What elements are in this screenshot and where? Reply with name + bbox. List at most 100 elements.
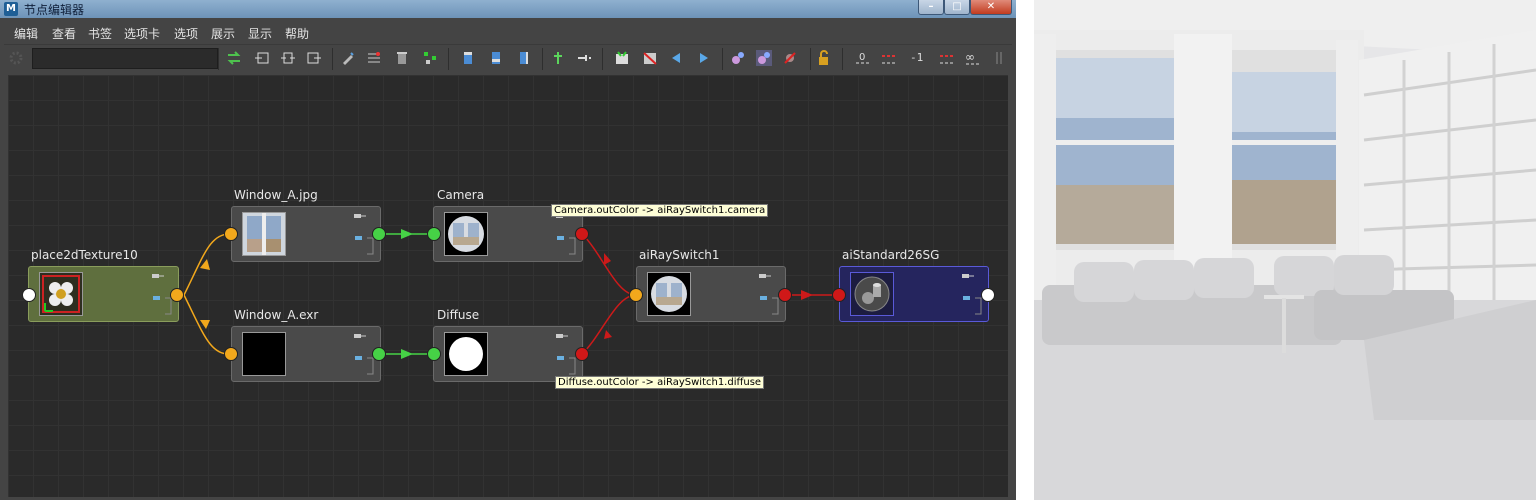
- node-diffuse[interactable]: [433, 326, 583, 382]
- show-hide-attributes-icon[interactable]: [642, 50, 658, 66]
- clear-graph-icon[interactable]: [340, 50, 356, 66]
- title-bar: M 节点编辑器 – □ ✕: [0, 0, 1016, 18]
- menu-display[interactable]: 显示: [248, 25, 272, 42]
- remove-node-icon[interactable]: [394, 50, 410, 66]
- attribute-filter-icon[interactable]: [614, 50, 630, 66]
- input-output-connections-icon[interactable]: [280, 50, 296, 66]
- node-mode-icon[interactable]: [771, 297, 779, 315]
- node-title-rayswitch: aiRaySwitch1: [639, 248, 720, 262]
- arrow-marker: [401, 229, 413, 239]
- simple-view-icon[interactable]: [460, 50, 476, 66]
- minimize-button[interactable]: –: [918, 0, 944, 15]
- black-thumbnail-icon: [242, 332, 286, 376]
- window-thumbnail-icon: [242, 212, 286, 256]
- maximize-button[interactable]: □: [944, 0, 970, 15]
- node-place2dtexture[interactable]: [28, 266, 179, 322]
- swap-arrows-icon[interactable]: [226, 50, 242, 66]
- full-view-icon[interactable]: [516, 50, 532, 66]
- node-airayswitch[interactable]: [636, 266, 786, 322]
- node-mode-icon[interactable]: [974, 297, 982, 315]
- camera-input-port[interactable]: [427, 227, 441, 241]
- pin-icon[interactable]: [354, 333, 366, 339]
- close-icon: ✕: [986, 1, 996, 12]
- arrow-marker: [200, 320, 210, 329]
- node-mode-icon[interactable]: [164, 297, 172, 315]
- input-connections-icon[interactable]: [254, 50, 270, 66]
- node-shading-group[interactable]: [839, 266, 989, 322]
- maya-app-icon: M: [4, 2, 18, 16]
- node-window-jpg[interactable]: [231, 206, 381, 262]
- node-mode-icon[interactable]: [568, 357, 576, 375]
- swatch-toggle-icon[interactable]: [756, 50, 772, 66]
- menu-edit[interactable]: 编辑: [14, 25, 38, 42]
- diffuse-output-port[interactable]: [575, 347, 589, 361]
- add-node-icon[interactable]: [366, 50, 382, 66]
- node-graph[interactable]: place2dTexture10 Window_A.jpg Window_A.e…: [8, 75, 1008, 497]
- graph-layout-icon[interactable]: [422, 50, 438, 66]
- output-connections-icon[interactable]: [306, 50, 322, 66]
- pin-icon[interactable]: [152, 273, 164, 279]
- arrow-marker: [801, 290, 813, 300]
- lock-icon[interactable]: [816, 50, 832, 66]
- node-mode-icon[interactable]: [568, 237, 576, 255]
- attribute-icon: [557, 356, 564, 360]
- menu-tabs[interactable]: 选项卡: [124, 25, 160, 42]
- window-jpg-output-port[interactable]: [372, 227, 386, 241]
- attribute-icon: [557, 236, 564, 240]
- toolbar-divider: [332, 48, 333, 70]
- close-button[interactable]: ✕: [970, 0, 1012, 15]
- menu-help[interactable]: 帮助: [285, 25, 309, 42]
- node-mode-icon[interactable]: [366, 237, 374, 255]
- toolbar-divider: [602, 48, 603, 70]
- node-mode-icon[interactable]: [366, 357, 374, 375]
- rayswitch-output-port[interactable]: [778, 288, 792, 302]
- graph-downstream-icon[interactable]: [880, 50, 896, 66]
- gear-icon[interactable]: [8, 50, 24, 66]
- menu-show[interactable]: 展示: [211, 25, 235, 42]
- camera-output-port[interactable]: [575, 227, 589, 241]
- swatch-render-icon[interactable]: [730, 50, 746, 66]
- arrow-right-icon[interactable]: [696, 50, 712, 66]
- pin-selected-icon[interactable]: [576, 50, 592, 66]
- node-window-exr[interactable]: [231, 326, 381, 382]
- pin-all-icon[interactable]: [550, 50, 566, 66]
- shading-group-output-port[interactable]: [981, 288, 995, 302]
- window-exr-input-port[interactable]: [224, 347, 238, 361]
- attribute-icon: [153, 296, 160, 300]
- menu-view[interactable]: 查看: [52, 25, 76, 42]
- shading-group-icon: [850, 272, 894, 316]
- maximize-icon: □: [952, 1, 962, 12]
- pin-icon[interactable]: [556, 333, 568, 339]
- toolbar-divider: [842, 48, 843, 70]
- sphere-thumbnail-icon: [647, 272, 691, 316]
- diffuse-input-port[interactable]: [427, 347, 441, 361]
- pin-icon[interactable]: [759, 273, 771, 279]
- shading-group-input-port[interactable]: [832, 288, 846, 302]
- menu-bookmarks[interactable]: 书签: [88, 25, 112, 42]
- infinite-depth-icon[interactable]: ∞: [964, 50, 980, 66]
- window-title: 节点编辑器: [24, 3, 85, 17]
- menu-options[interactable]: 选项: [174, 25, 198, 42]
- window-jpg-input-port[interactable]: [224, 227, 238, 241]
- connected-view-icon[interactable]: [488, 50, 504, 66]
- toolbar-divider: [810, 48, 811, 70]
- graph-both-icon[interactable]: [938, 50, 954, 66]
- node-title-diffuse: Diffuse: [437, 308, 480, 322]
- swatch-clear-icon[interactable]: [782, 50, 798, 66]
- place2d-output-port[interactable]: [170, 288, 184, 302]
- filter-input[interactable]: [32, 48, 218, 69]
- rayswitch-input-port[interactable]: [629, 288, 643, 302]
- attribute-icon: [760, 296, 767, 300]
- place2d-input-port[interactable]: [22, 288, 36, 302]
- connection-tooltip-camera: Camera.outColor -> aiRaySwitch1.camera: [551, 204, 769, 217]
- svg-text:∞: ∞: [965, 50, 975, 64]
- window-exr-output-port[interactable]: [372, 347, 386, 361]
- toolbar-overflow-icon[interactable]: [994, 50, 1004, 66]
- attribute-icon: [963, 296, 970, 300]
- pin-icon[interactable]: [962, 273, 974, 279]
- pin-icon[interactable]: [354, 213, 366, 219]
- toolbar-divider: [722, 48, 723, 70]
- graph-upstream-icon[interactable]: 0: [854, 50, 870, 66]
- arrow-left-icon[interactable]: [668, 50, 684, 66]
- depth-value[interactable]: -1: [910, 51, 923, 64]
